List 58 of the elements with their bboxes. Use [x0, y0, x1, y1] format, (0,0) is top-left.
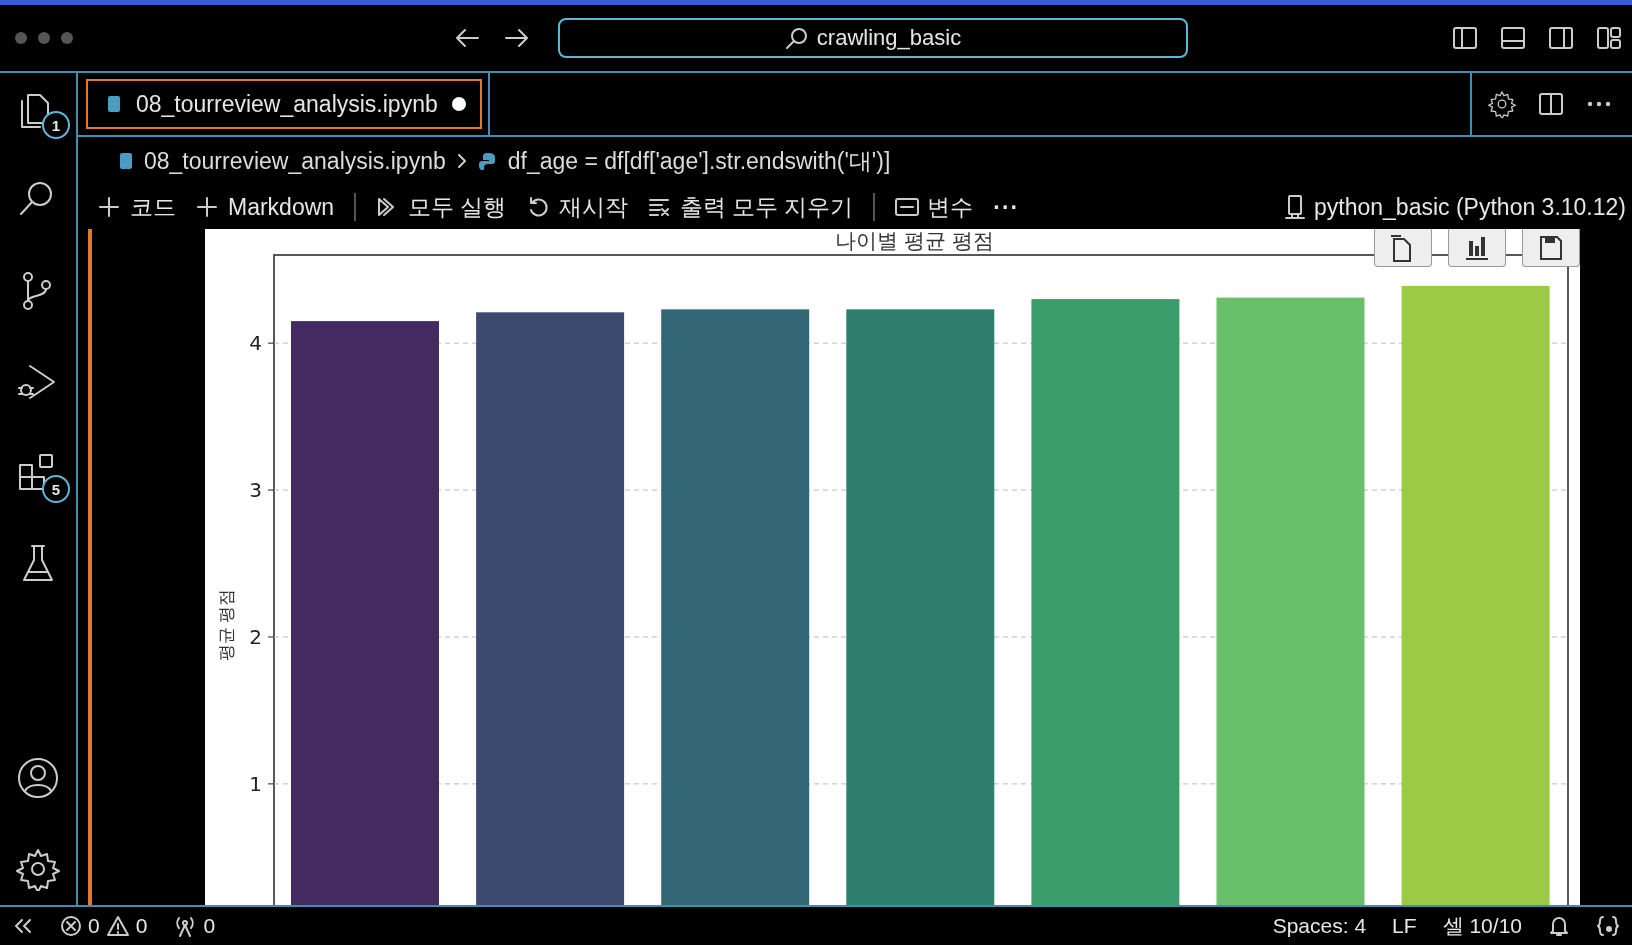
toolbar-button[interactable]: Markdown: [196, 193, 335, 221]
tick-label: 4: [249, 331, 262, 356]
ports-button[interactable]: 0: [173, 914, 216, 938]
clear-icon: [647, 196, 672, 218]
settings-icon[interactable]: [1488, 90, 1516, 118]
chart-title: 나이별 평균 평점: [835, 229, 994, 253]
remote-icon[interactable]: [12, 916, 34, 936]
window-controls-icon[interactable]: [14, 31, 74, 45]
forward-arrow-icon[interactable]: [504, 28, 530, 48]
notebook-icon: [118, 151, 134, 171]
variables-icon: [895, 196, 920, 218]
axis-label: 평균 평점: [217, 588, 238, 662]
status-item[interactable]: 셀 10/10: [1442, 912, 1522, 940]
server-icon: [1284, 194, 1306, 220]
count-badge: 5: [42, 475, 70, 503]
tick-label: 3: [249, 478, 262, 503]
problems-button[interactable]: 0 0: [60, 914, 148, 938]
toolbar-button[interactable]: 모두 실행: [376, 191, 507, 223]
panel-toggle-icon[interactable]: [1500, 26, 1526, 50]
plot-tool-button[interactable]: [1448, 229, 1506, 267]
toolbar-button[interactable]: 출력 모두 지우기: [647, 191, 854, 223]
plot-tool-button[interactable]: [1374, 229, 1432, 267]
tick-mark: [267, 636, 275, 638]
breadcrumb-item[interactable]: 08_tourreview_analysis.ipynb: [144, 147, 446, 175]
sidebar-toggle-icon[interactable]: [1452, 26, 1478, 50]
plot-tool-button[interactable]: [1522, 229, 1580, 267]
tick-mark: [267, 342, 275, 344]
warning-icon: [105, 915, 130, 937]
status-item[interactable]: LF: [1392, 914, 1417, 938]
toolbar-button[interactable]: 변수: [895, 191, 974, 223]
more-button[interactable]: ···: [993, 193, 1020, 221]
secondary-sidebar-icon[interactable]: [1548, 26, 1574, 50]
tick-label: 1: [249, 771, 262, 796]
tick-label: 2: [249, 624, 262, 649]
back-arrow-icon[interactable]: [454, 28, 480, 48]
bell-icon[interactable]: [1548, 914, 1570, 938]
search-icon: [784, 26, 809, 50]
plus-icon: [196, 196, 220, 218]
toolbar-button[interactable]: 코드: [98, 191, 176, 223]
tick-mark: [267, 783, 275, 785]
notebook-icon: [106, 94, 122, 114]
status-item[interactable]: Spaces: 4: [1272, 914, 1367, 938]
settings-icon[interactable]: [16, 847, 60, 891]
layout-icon[interactable]: [1596, 26, 1622, 50]
python-icon: [477, 151, 498, 171]
count-badge: 1: [42, 111, 70, 139]
search-field[interactable]: crawling_basic: [558, 18, 1188, 58]
toolbar-button[interactable]: 재시작: [526, 191, 628, 223]
chevron-icon: [455, 152, 468, 170]
tick-mark: [267, 489, 275, 491]
breadcrumb-item[interactable]: df_age = df[df['age'].str.endswith('대')]: [507, 145, 891, 177]
kernel-picker[interactable]: python_basic (Python 3.10.12): [1284, 193, 1626, 221]
more-icon[interactable]: [1586, 100, 1612, 108]
split-editor-icon[interactable]: [1538, 92, 1564, 116]
plus-icon: [98, 196, 122, 218]
error-icon: [60, 915, 82, 937]
editor-tab[interactable]: 08_tourreview_analysis.ipynb: [86, 79, 482, 129]
account-icon[interactable]: [16, 756, 60, 800]
